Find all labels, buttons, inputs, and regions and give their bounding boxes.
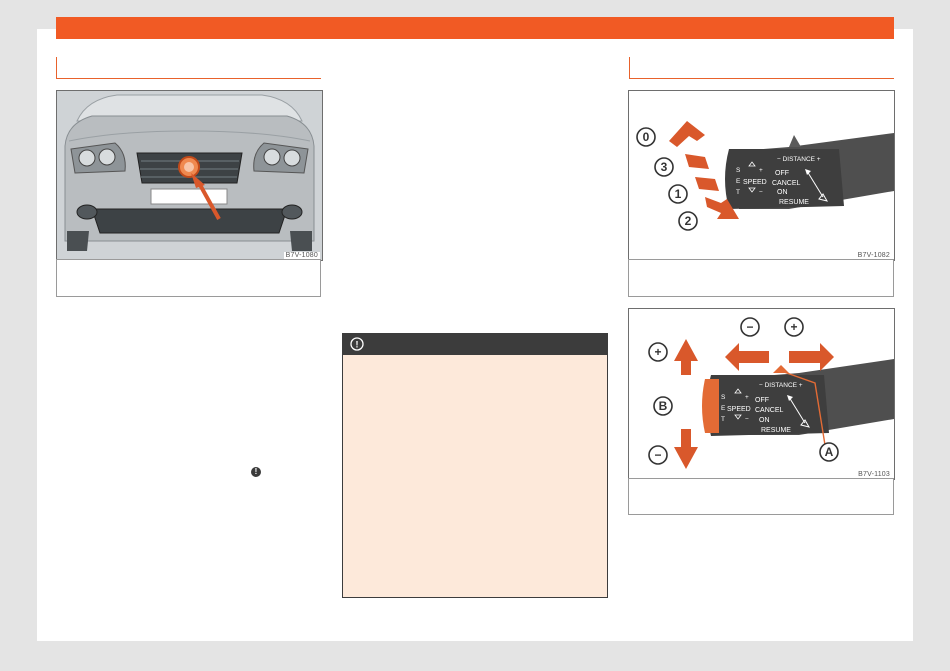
- section-rule-left: [56, 78, 321, 79]
- badge-b: B: [659, 399, 668, 413]
- badge-plus-left: +: [654, 345, 661, 359]
- warning-body: [342, 355, 608, 598]
- figure-code: B7V-1082: [855, 252, 892, 259]
- figure-code: B7V-1080: [283, 252, 320, 259]
- figure-code: B7V-1103: [856, 471, 892, 478]
- letter-t: T: [736, 189, 740, 196]
- distance-label: − DISTANCE +: [759, 382, 803, 389]
- letter-t: T: [721, 416, 725, 423]
- letter-e: E: [736, 178, 741, 185]
- lever-controls-illustration: − + + B − A − DISTANCE + S E T SPEED + −…: [629, 309, 894, 479]
- warning-symbol: !: [356, 340, 359, 350]
- section-rule-left-tick: [56, 57, 57, 78]
- label-cancel: CANCEL: [755, 407, 784, 414]
- figure-lever-controls: − + + B − A − DISTANCE + S E T SPEED + −…: [628, 308, 895, 480]
- plus-sign: +: [759, 167, 763, 174]
- figure-caption-lever-controls: [628, 478, 894, 515]
- badge-a: A: [825, 445, 834, 459]
- letter-s: S: [721, 394, 726, 401]
- figure-caption-car-front: [56, 259, 321, 297]
- warning-header: !: [342, 333, 608, 355]
- header-bar: [56, 17, 894, 39]
- badge-position-0: 0: [643, 130, 650, 144]
- figure-lever-positions: 0 3 1 2 − DISTANCE + S E T SPEED + − OFF…: [628, 90, 895, 261]
- plus-sign: +: [745, 394, 749, 401]
- label-on: ON: [759, 417, 770, 424]
- exclamation-dot-icon: !: [251, 467, 261, 477]
- figure-car-front: B7V-1080: [56, 90, 323, 261]
- badge-minus-top: −: [746, 320, 753, 334]
- exclamation-circle-icon: !: [350, 337, 364, 351]
- label-cancel: CANCEL: [772, 180, 801, 187]
- badge-position-1: 1: [675, 187, 682, 201]
- distance-label: − DISTANCE +: [777, 156, 821, 163]
- section-rule-right: [629, 78, 894, 79]
- car-front-illustration: [57, 91, 322, 260]
- label-off: OFF: [755, 397, 769, 404]
- lever-illustration: 0 3 1 2 − DISTANCE + S E T SPEED + − OFF…: [629, 91, 894, 260]
- minus-sign: −: [745, 416, 749, 423]
- label-on: ON: [777, 189, 788, 196]
- badge-position-2: 2: [685, 214, 692, 228]
- label-resume: RESUME: [761, 427, 791, 434]
- minus-sign: −: [759, 189, 763, 196]
- badge-position-3: 3: [661, 160, 668, 174]
- label-resume: RESUME: [779, 199, 809, 206]
- speed-label: SPEED: [727, 406, 751, 413]
- label-off: OFF: [775, 170, 789, 177]
- letter-e: E: [721, 405, 726, 412]
- letter-s: S: [736, 167, 741, 174]
- figure-caption-lever-positions: [628, 259, 894, 297]
- badge-plus-top: +: [790, 320, 797, 334]
- section-rule-right-tick: [629, 57, 630, 78]
- speed-label: SPEED: [743, 179, 767, 186]
- badge-minus-left: −: [654, 448, 661, 462]
